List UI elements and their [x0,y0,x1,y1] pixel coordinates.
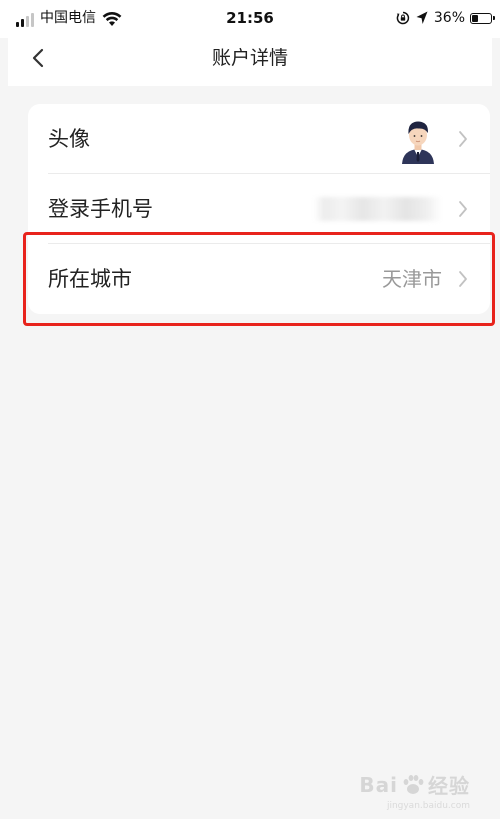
paw-icon [403,774,424,794]
row-phone[interactable]: 登录手机号 [28,174,490,244]
row-city[interactable]: 所在城市 天津市 [28,244,490,314]
chevron-right-icon [459,271,467,287]
chevron-right-icon [459,131,467,147]
watermark: Bai 经验 jingyan.baidu.com [359,770,470,812]
orientation-lock-icon [396,11,409,25]
page-title: 账户详情 [211,47,288,69]
nav-bar: 账户详情 [8,30,492,86]
watermark-text-left: Bai [359,772,398,797]
chevron-right-icon [459,201,467,217]
row-label-avatar: 头像 [48,127,90,151]
battery-percent: 36% [433,10,465,26]
row-label-city: 所在城市 [48,267,132,291]
location-icon [416,11,428,24]
watermark-sub: jingyan.baidu.com [386,801,470,811]
battery-fill [472,14,479,22]
row-avatar[interactable]: 头像 [28,104,490,174]
watermark-text-right: 经验 [428,774,470,798]
phone-value-blurred [314,197,442,221]
avatar [402,121,434,164]
battery-icon [470,12,495,24]
row-label-phone: 登录手机号 [48,197,153,221]
account-card: 头像 登录手机号 所在城市 天津市 [28,104,490,314]
city-value: 天津市 [382,267,442,291]
status-right: 36% [396,9,495,27]
